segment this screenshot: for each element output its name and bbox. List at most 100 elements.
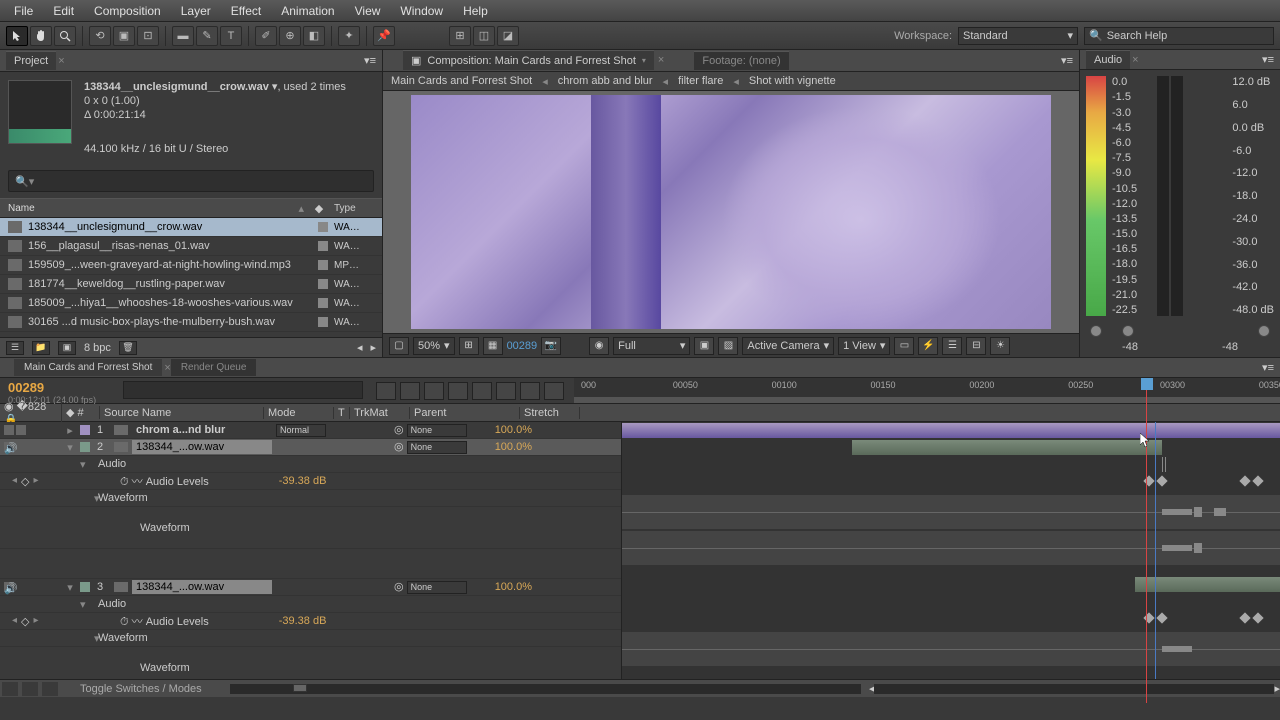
next-keyframe[interactable]: ▸	[34, 615, 39, 628]
horizontal-scrollbar[interactable]	[874, 684, 1274, 694]
bpc-toggle[interactable]: 8 bpc	[84, 342, 111, 354]
layer-row[interactable]: ▸ 1 chrom a...nd blur Normal ◎ None 100.…	[0, 422, 621, 439]
interpret-footage-button[interactable]: ☰	[6, 341, 24, 355]
project-tab[interactable]: Project	[6, 51, 56, 70]
menu-help[interactable]: Help	[453, 0, 498, 22]
menu-edit[interactable]: Edit	[43, 0, 84, 22]
clone-tool[interactable]: ⊕	[279, 26, 301, 46]
layer-row[interactable]: 🔊 ▾ 2 138344_...ow.wav ◎ None 100.0%	[0, 439, 621, 456]
brush-tool[interactable]: ✐	[255, 26, 277, 46]
project-item[interactable]: 30165 ...d music-box-plays-the-mulberry-…	[0, 313, 382, 332]
level-knob[interactable]	[1258, 325, 1270, 337]
twirl-icon[interactable]: ▾	[80, 598, 94, 611]
always-preview-button[interactable]: ▢	[389, 337, 409, 355]
audio-group-row[interactable]: ▾Audio	[0, 456, 621, 473]
work-area-marker[interactable]	[1162, 457, 1166, 472]
composition-viewer[interactable]	[383, 91, 1079, 333]
audio-levels-row[interactable]: ◂◇▸ ⏱ 〰 Audio Levels-39.38 dB	[0, 473, 621, 490]
composition-tab[interactable]: ▣Composition: Main Cards and Forrest Sho…	[403, 50, 654, 70]
render-queue-tab[interactable]: Render Queue	[171, 359, 257, 376]
breadcrumb-item[interactable]: Shot with vignette	[749, 75, 836, 87]
breadcrumb-item[interactable]: filter flare	[678, 75, 723, 87]
playhead-handle-icon[interactable]	[1141, 378, 1153, 390]
project-item[interactable]: 181774__keweldog__rustling-paper.wavWA…	[0, 275, 382, 294]
menu-view[interactable]: View	[345, 0, 391, 22]
rectangle-tool[interactable]: ▬	[172, 26, 194, 46]
zoom-dropdown[interactable]: 50%▾	[413, 337, 455, 355]
grid-button[interactable]: ⊞	[459, 337, 479, 355]
level-knob[interactable]	[1122, 325, 1134, 337]
breadcrumb-item[interactable]: chrom abb and blur	[558, 75, 653, 87]
project-search-input[interactable]: 🔍▾	[8, 170, 374, 192]
snap-toggle[interactable]: ⊞	[449, 26, 471, 46]
delete-button[interactable]: 🗑	[119, 341, 137, 355]
stretch-value[interactable]: 100.0%	[490, 441, 540, 453]
video-toggle[interactable]	[4, 425, 14, 435]
auto-keyframe-button[interactable]	[520, 382, 540, 400]
rotation-tool[interactable]: ⟲	[89, 26, 111, 46]
menu-effect[interactable]: Effect	[221, 0, 271, 22]
keyframe-icon[interactable]	[1252, 612, 1263, 623]
twirl-icon[interactable]: ▸	[60, 424, 80, 437]
frame-blend-button[interactable]	[448, 382, 468, 400]
menu-window[interactable]: Window	[390, 0, 453, 22]
panel-menu-icon[interactable]: ▾≡	[1262, 53, 1274, 66]
stretch-value[interactable]: 100.0%	[490, 424, 540, 436]
time-ruler[interactable]: 000 00050 00100 00150 00200 00250 00300 …	[574, 378, 1280, 403]
twirl-icon[interactable]: ▾	[80, 458, 94, 471]
layer-bar[interactable]	[622, 423, 1280, 438]
roto-tool[interactable]: ✦	[338, 26, 360, 46]
twirl-icon[interactable]: ▾	[60, 581, 80, 594]
camera-tool[interactable]: ▣	[113, 26, 135, 46]
scroll-right[interactable]: ▸	[1274, 682, 1280, 695]
camera-dropdown[interactable]: Active Camera▾	[742, 337, 834, 355]
toggle-in-out-button[interactable]	[42, 682, 58, 696]
twirl-icon[interactable]: ▾	[80, 632, 94, 645]
keyframe-icon[interactable]	[1239, 612, 1250, 623]
level-knob[interactable]	[1090, 325, 1102, 337]
view-dropdown[interactable]: 1 View▾	[838, 337, 890, 355]
twirl-icon[interactable]: ▾	[80, 492, 94, 505]
keyframe-icon[interactable]	[1252, 475, 1263, 486]
blend-mode-dropdown[interactable]: Normal	[276, 424, 326, 437]
workspace-dropdown[interactable]: Standard▾	[958, 27, 1078, 45]
waveform-group-row[interactable]: ▾Waveform	[0, 490, 621, 507]
selection-tool[interactable]	[6, 26, 28, 46]
zoom-tool[interactable]	[54, 26, 76, 46]
twirl-icon[interactable]: ▾	[60, 441, 80, 454]
audio-level-value[interactable]: -39.38 dB	[209, 475, 327, 487]
label-icon[interactable]: ◆	[315, 202, 323, 215]
playhead[interactable]	[1146, 378, 1147, 703]
layer-bar[interactable]	[1135, 577, 1280, 592]
keyframe-icon[interactable]	[1157, 475, 1168, 486]
menu-layer[interactable]: Layer	[171, 0, 221, 22]
menu-file[interactable]: File	[4, 0, 43, 22]
layer-row[interactable]: 🔊 ▾ 3 138344_...ow.wav ◎ None 100.0%	[0, 579, 621, 596]
toggle-switches-modes[interactable]: Toggle Switches / Modes	[60, 681, 222, 697]
channel-button[interactable]: ◉	[589, 337, 609, 355]
brainstorm-button[interactable]	[496, 382, 516, 400]
flowchart-button[interactable]: ⊟	[966, 337, 986, 355]
mask-button[interactable]: ▦	[483, 337, 503, 355]
menu-composition[interactable]: Composition	[84, 0, 171, 22]
panel-menu-icon[interactable]: ▾≡	[1061, 54, 1079, 67]
stretch-value[interactable]: 100.0%	[490, 581, 540, 593]
eraser-tool[interactable]: ◧	[303, 26, 325, 46]
timeline-tracks[interactable]	[622, 422, 1280, 679]
snapshot-button[interactable]: 📷	[541, 337, 561, 355]
close-icon[interactable]: ×	[1132, 54, 1138, 66]
parent-dropdown[interactable]: None	[407, 581, 467, 594]
panel-menu-icon[interactable]: ▾≡	[364, 54, 376, 67]
keyframe-toggle[interactable]: ◇	[21, 475, 29, 488]
search-help-input[interactable]: 🔍Search Help	[1084, 27, 1274, 45]
resolution-dropdown[interactable]: Full▾	[613, 337, 690, 355]
waveform-group-row[interactable]: ▾Waveform	[0, 630, 621, 647]
project-item[interactable]: 156__plagasul__risas-nenas_01.wavWA…	[0, 237, 382, 256]
type-tool[interactable]: T	[220, 26, 242, 46]
audio-tab[interactable]: Audio	[1086, 50, 1130, 69]
prev-keyframe[interactable]: ◂	[12, 475, 17, 488]
col-header-name[interactable]: Name	[8, 203, 298, 214]
hide-shy-button[interactable]	[424, 382, 444, 400]
fast-preview-button[interactable]: ⚡	[918, 337, 938, 355]
project-item[interactable]: 138344__unclesigmund__crow.wavWA…	[0, 218, 382, 237]
